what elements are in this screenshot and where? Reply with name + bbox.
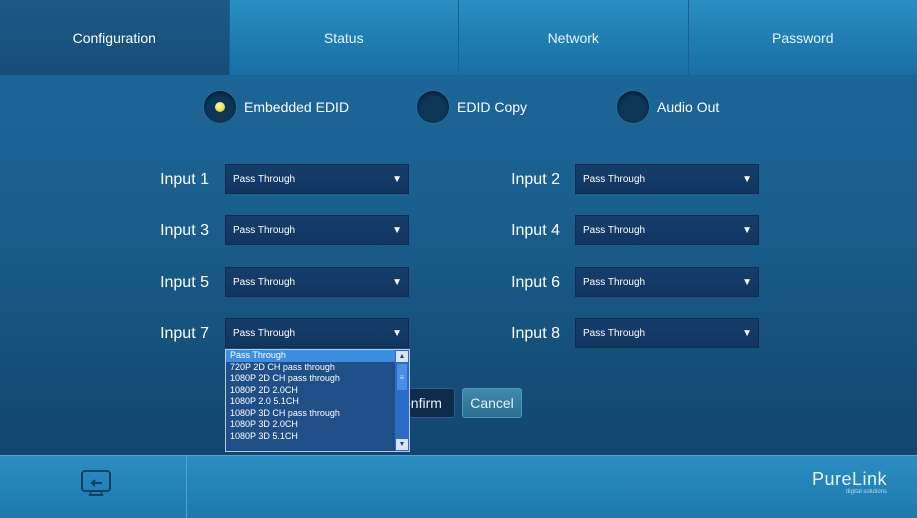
scroll-up-icon[interactable]: ▲: [396, 351, 408, 362]
dropdown-option[interactable]: 1080P 2D CH pass through: [226, 373, 395, 385]
mode-label: EDID Copy: [457, 99, 528, 115]
scroll-down-icon[interactable]: ▼: [396, 439, 408, 450]
footer-bar: PureLink digital solutions: [0, 455, 917, 518]
tab-label: Status: [323, 29, 364, 46]
tab-password[interactable]: Password: [688, 0, 917, 75]
mode-embedded-edid[interactable]: Embedded EDID: [204, 91, 349, 123]
input-5-label: Input 5: [160, 274, 209, 291]
brand-name: PureLink: [811, 469, 887, 489]
input-7-select[interactable]: Pass Through ▼: [225, 318, 409, 348]
input-2-label: Input 2: [511, 171, 560, 188]
radio-icon[interactable]: [617, 91, 649, 123]
cancel-button[interactable]: Cancel: [462, 388, 522, 418]
dropdown-option[interactable]: 720P 2D CH pass through: [226, 362, 395, 374]
input-7-label: Input 7: [160, 325, 209, 342]
input-4-label: Input 4: [511, 222, 560, 239]
select-value: Pass Through: [233, 173, 296, 185]
tab-bar: Configuration Status Network Password: [0, 0, 917, 75]
tab-configuration[interactable]: Configuration: [0, 0, 230, 75]
dropdown-arrow-icon: ▼: [392, 327, 402, 339]
dropdown-option[interactable]: 1080P 2D 2.0CH: [226, 385, 395, 397]
selected-dot-icon: [215, 102, 225, 112]
select-value: Pass Through: [233, 327, 296, 339]
tab-label: Password: [772, 29, 834, 46]
footer-divider: [186, 455, 187, 518]
mode-edid-copy[interactable]: EDID Copy: [417, 91, 527, 123]
dropdown-arrow-icon: ▼: [742, 173, 752, 185]
confirm-label: onfirm: [409, 395, 442, 411]
dropdown-arrow-icon: ▼: [392, 276, 402, 288]
dropdown-option[interactable]: 1080P 2.0 5.1CH: [226, 396, 395, 408]
brand-logo: PureLink digital solutions: [812, 469, 887, 495]
select-value: Pass Through: [583, 276, 646, 288]
select-value: Pass Through: [233, 224, 296, 236]
radio-icon[interactable]: [417, 91, 449, 123]
input-3-select[interactable]: Pass Through ▼: [225, 215, 409, 245]
cancel-label: Cancel: [470, 395, 514, 411]
dropdown-option[interactable]: 1080P 3D CH pass through: [226, 408, 395, 420]
mode-audio-out[interactable]: Audio Out: [617, 91, 719, 123]
select-value: Pass Through: [233, 276, 296, 288]
dropdown-arrow-icon: ▼: [742, 276, 752, 288]
select-value: Pass Through: [583, 224, 646, 236]
tab-label: Configuration: [72, 29, 156, 46]
input-8-label: Input 8: [511, 325, 560, 342]
input-4-select[interactable]: Pass Through ▼: [575, 215, 759, 245]
select-value: Pass Through: [583, 327, 646, 339]
input-6-select[interactable]: Pass Through ▼: [575, 267, 759, 297]
mode-label: Audio Out: [657, 99, 720, 115]
dropdown-arrow-icon: ▼: [742, 224, 752, 236]
dropdown-option[interactable]: Pass Through: [226, 350, 395, 362]
dropdown-arrow-icon: ▼: [742, 327, 752, 339]
input-8-select[interactable]: Pass Through ▼: [575, 318, 759, 348]
mode-label: Embedded EDID: [244, 99, 350, 115]
footer-top-border: [0, 455, 917, 456]
input-5-select[interactable]: Pass Through ▼: [225, 267, 409, 297]
tab-label: Network: [547, 29, 599, 46]
tab-network[interactable]: Network: [459, 0, 689, 75]
screen-return-icon[interactable]: [80, 469, 112, 497]
dropdown-arrow-icon: ▼: [392, 173, 402, 185]
dropdown-option[interactable]: 1080P 3D 5.1CH: [226, 431, 395, 443]
tab-status[interactable]: Status: [229, 0, 459, 75]
radio-selected-icon[interactable]: [204, 91, 236, 123]
dropdown-options: Pass Through 720P 2D CH pass through 108…: [226, 350, 395, 442]
input-3-label: Input 3: [160, 222, 209, 239]
input-7-dropdown-list[interactable]: Pass Through 720P 2D CH pass through 108…: [225, 349, 410, 452]
app-window: Configuration Status Network Password Em…: [0, 0, 917, 518]
dropdown-arrow-icon: ▼: [392, 224, 402, 236]
dropdown-scrollbar[interactable]: ▲ ≡ ▼: [395, 350, 409, 451]
select-value: Pass Through: [583, 173, 646, 185]
dropdown-option[interactable]: 1080P 3D 2.0CH: [226, 419, 395, 431]
input-1-label: Input 1: [160, 171, 209, 188]
input-2-select[interactable]: Pass Through ▼: [575, 164, 759, 194]
scroll-thumb[interactable]: ≡: [397, 364, 407, 390]
input-1-select[interactable]: Pass Through ▼: [225, 164, 409, 194]
input-6-label: Input 6: [511, 274, 560, 291]
confirm-button[interactable]: onfirm: [408, 388, 455, 418]
